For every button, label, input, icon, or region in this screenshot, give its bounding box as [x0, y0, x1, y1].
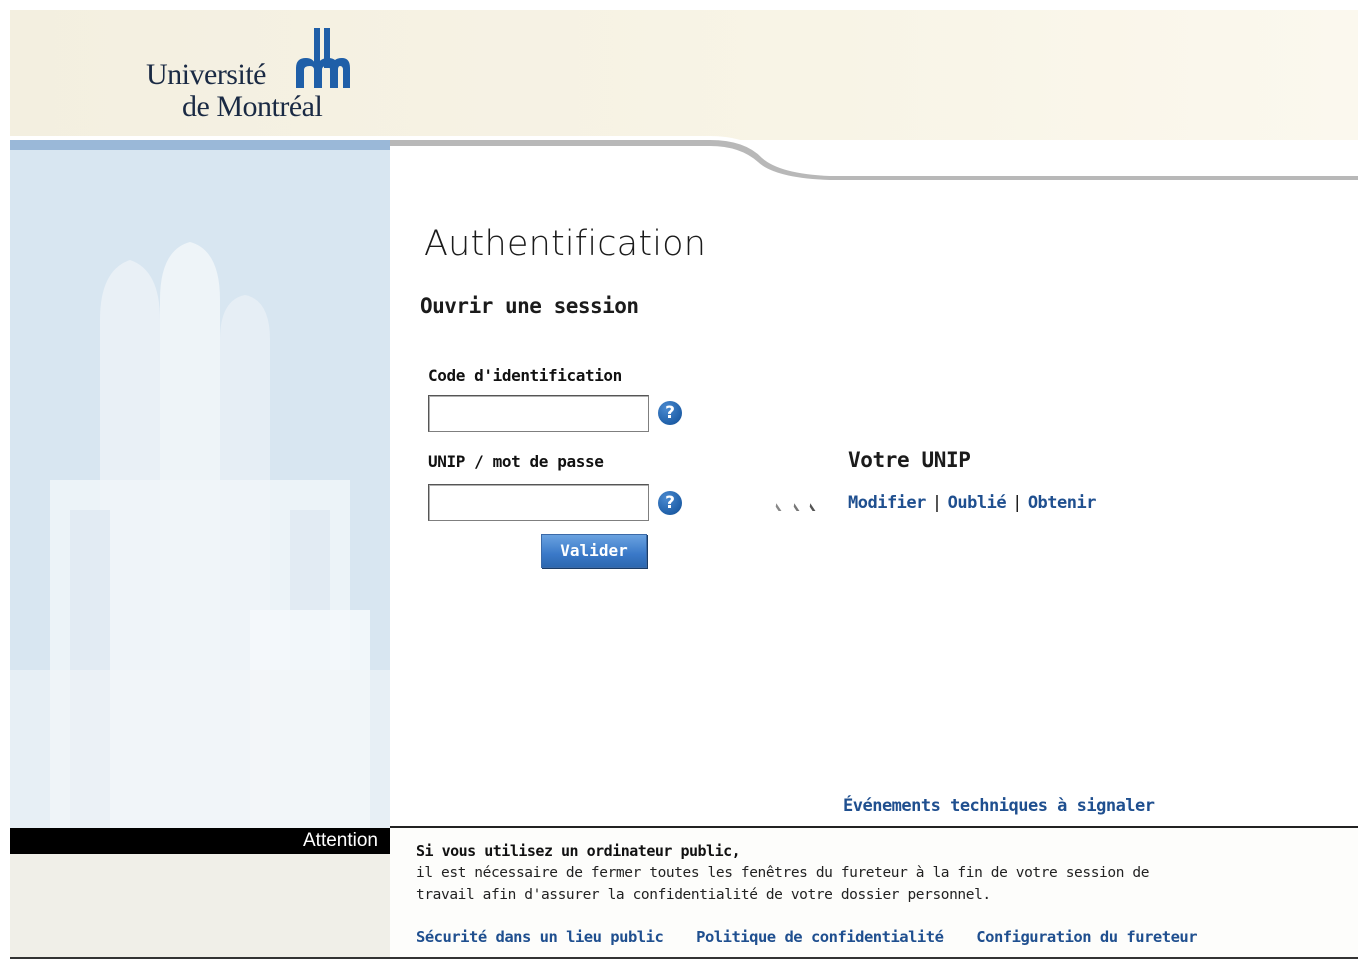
footer-left-panel	[10, 854, 390, 958]
attention-label: Attention	[303, 830, 378, 851]
technical-events-link[interactable]: Événements techniques à signaler	[843, 796, 1155, 816]
code-label: Code d'identification	[428, 366, 622, 385]
logo-text-line1: Université	[146, 58, 266, 91]
footer-divider	[390, 826, 1358, 828]
unip-heading: Votre UNIP	[848, 448, 971, 472]
browser-config-link[interactable]: Configuration du fureteur	[976, 928, 1197, 946]
modifier-link[interactable]: Modifier	[848, 493, 926, 513]
attention-bar: Attention	[10, 828, 390, 854]
footer-links: Sécurité dans un lieu public Politique d…	[416, 928, 1221, 946]
privacy-policy-link[interactable]: Politique de confidentialité	[696, 928, 944, 946]
link-separator: |	[931, 493, 942, 513]
unip-password-input[interactable]	[428, 484, 649, 521]
obtenir-link[interactable]: Obtenir	[1028, 493, 1097, 513]
login-page: Université de Montréal Authentification …	[10, 10, 1358, 960]
warning-text: il est nécessaire de fermer toutes les f…	[416, 865, 1150, 903]
building-illustration	[10, 150, 390, 828]
valider-button[interactable]: Valider	[541, 534, 647, 568]
warning-heading: Si vous utilisez un ordinateur public,	[416, 842, 741, 860]
unip-label: UNIP / mot de passe	[428, 452, 604, 471]
udem-logo-mark-icon	[296, 28, 350, 88]
oublie-link[interactable]: Oublié	[948, 493, 1007, 513]
bottom-divider	[10, 957, 1358, 959]
building-photo	[10, 150, 390, 828]
code-help-icon[interactable]: ?	[658, 401, 682, 425]
unip-help-icon[interactable]: ?	[658, 491, 682, 515]
udem-logo[interactable]: Université de Montréal	[146, 28, 366, 128]
page-header: Université de Montréal	[10, 10, 1358, 140]
unip-links: Modifier | Oublié | Obtenir	[848, 493, 1096, 513]
section-subtitle: Ouvrir une session	[420, 294, 639, 318]
page-title: Authentification	[424, 224, 707, 264]
code-identification-input[interactable]	[428, 395, 649, 432]
public-security-link[interactable]: Sécurité dans un lieu public	[416, 928, 664, 946]
logo-text-line2: de Montréal	[182, 90, 323, 123]
link-separator: |	[1012, 493, 1022, 513]
arrow-right-icon	[775, 503, 816, 511]
